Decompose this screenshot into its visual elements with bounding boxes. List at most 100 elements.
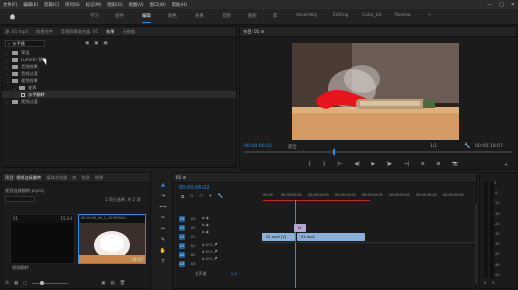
project-thumb-1[interactable]: 01 15:24: [10, 214, 75, 264]
pen-tool-icon[interactable]: ✎: [160, 237, 166, 243]
timeline-timecode[interactable]: 00:00:06:02: [179, 185, 210, 191]
list-view-icon[interactable]: ☰: [5, 281, 9, 286]
add-marker-icon[interactable]: ▾: [209, 194, 211, 200]
tab-source[interactable]: 源: 01.mp4: [5, 29, 28, 35]
minimize-button[interactable]: —: [487, 2, 492, 8]
hand-tool-icon[interactable]: ✋: [160, 248, 166, 254]
tab-effects[interactable]: 效果: [106, 29, 114, 35]
resolution-dropdown[interactable]: 1/1: [430, 144, 437, 149]
source-patch-a3[interactable]: A3: [179, 261, 185, 267]
workspace-effects[interactable]: 效果: [195, 13, 204, 19]
program-timecode[interactable]: 00:00:06:02: [244, 144, 272, 149]
mark-in-button[interactable]: {: [308, 162, 311, 167]
razor-tool-icon[interactable]: ✂: [160, 215, 166, 221]
a3-mute-solo-icon[interactable]: ⧉ M S 🎤: [202, 257, 218, 261]
workspace-assembly-en[interactable]: Assembly: [296, 13, 317, 18]
effects-search[interactable]: ⌕ 水平镜: [5, 40, 45, 47]
play-button[interactable]: ▶: [371, 162, 375, 167]
a2-mute-solo-icon[interactable]: ⧉ M S 🎤: [202, 250, 218, 254]
menu-window[interactable]: 窗口(W): [150, 2, 166, 8]
menu-view[interactable]: 视图(V): [129, 2, 144, 8]
clip-v1-left[interactable]: 01.mp4 [V]: [262, 233, 295, 241]
program-monitor-title[interactable]: 节目: 01 ≡: [243, 29, 264, 35]
project-thumb-2[interactable]: 00:00:00_b0_1_20190903... 18:07: [78, 214, 146, 264]
tree-item-horizontal-flip[interactable]: 水平翻转: [21, 92, 45, 98]
home-icon[interactable]: [9, 13, 16, 20]
master-volume[interactable]: 0.0: [231, 271, 237, 276]
track-v2-label[interactable]: V2: [190, 225, 196, 231]
workspace-learn[interactable]: 学习: [90, 13, 99, 19]
add-button-icon[interactable]: +: [504, 162, 508, 168]
workspace-libraries[interactable]: 库: [273, 13, 277, 19]
export-frame-button[interactable]: 📷: [452, 162, 458, 167]
source-patch-a1[interactable]: A1: [179, 243, 185, 249]
slip-tool-icon[interactable]: ↔: [160, 226, 166, 232]
workspace-editing-en[interactable]: Editing: [333, 13, 348, 18]
track-a2-label[interactable]: A2: [190, 252, 196, 258]
v1-sync-lock-icon[interactable]: ⧉ ◉: [202, 230, 209, 234]
clip-v2-adjustment[interactable]: fx: [294, 224, 306, 232]
source-patch-v1[interactable]: V1: [179, 234, 185, 240]
snap-icon[interactable]: ∩: [190, 194, 193, 200]
tab-metadata[interactable]: 元数据: [123, 29, 136, 35]
menu-sequence[interactable]: 序列(S): [65, 2, 80, 8]
lift-button[interactable]: ⊕: [421, 162, 425, 167]
v2-sync-lock-icon[interactable]: ⧉ ◉: [202, 223, 209, 227]
tree-item-lumetri[interactable]: › Lumetri 预设: [6, 57, 47, 63]
menu-help[interactable]: 帮助(H): [172, 2, 187, 8]
nest-icon[interactable]: ⧉: [181, 194, 184, 200]
tab-sequence-01[interactable]: 01 ≡: [176, 175, 186, 180]
search-input[interactable]: 水平镜: [12, 41, 25, 47]
go-to-out-button[interactable]: →|: [404, 162, 410, 167]
tab-effect-controls[interactable]: 效果控件: [36, 29, 53, 35]
more-workspaces-icon[interactable]: »: [428, 12, 431, 18]
workspace-color-lut[interactable]: Color_lut: [362, 13, 381, 18]
tree-item-audio-transitions[interactable]: › 音频过渡: [6, 71, 38, 77]
new-item-icon[interactable]: ▤: [110, 281, 114, 286]
menu-edit[interactable]: 编辑(E): [23, 2, 38, 8]
tab-media-browser[interactable]: 媒体浏览器: [46, 175, 67, 181]
timeline-playhead[interactable]: [295, 200, 296, 288]
tab-libraries[interactable]: 库: [72, 175, 76, 181]
maximize-button[interactable]: □: [499, 2, 504, 8]
freeform-view-icon[interactable]: ▢: [23, 281, 27, 286]
program-playhead[interactable]: [333, 149, 335, 155]
track-a3-label[interactable]: A3: [190, 261, 196, 267]
new-bin-icon[interactable]: ▣: [101, 281, 105, 286]
tab-info[interactable]: 信息: [81, 175, 89, 181]
linked-selection-icon[interactable]: ⚇: [199, 194, 203, 200]
source-patch-v2[interactable]: V2: [179, 225, 185, 231]
timeline-settings-icon[interactable]: 🔧: [218, 194, 223, 200]
clip-v1-right[interactable]: 01.mp4: [297, 233, 365, 241]
trash-icon[interactable]: 🗑: [120, 281, 126, 286]
accelerated-filter-icon[interactable]: ▣: [85, 41, 89, 46]
source-patch-v3[interactable]: V3: [179, 216, 185, 222]
solo-left-button[interactable]: S: [484, 281, 486, 285]
project-search-input[interactable]: [5, 196, 35, 202]
workspace-audio[interactable]: 音频: [222, 13, 231, 19]
ripple-edit-tool-icon[interactable]: ⟺: [159, 204, 166, 210]
timeline-scrollbar[interactable]: [475, 203, 477, 283]
selection-tool-icon[interactable]: ▲: [160, 182, 166, 188]
program-scrub-bar[interactable]: [244, 151, 512, 153]
step-back-button[interactable]: ◀|: [355, 162, 360, 167]
mark-out-button[interactable]: }: [323, 162, 326, 167]
menu-file[interactable]: 文件(F): [3, 2, 17, 8]
menu-clip[interactable]: 剪辑(C): [44, 2, 59, 8]
tab-project[interactable]: 项目: 视频连接翻转: [5, 175, 41, 181]
track-select-tool-icon[interactable]: ⇥: [160, 193, 166, 199]
workspace-editing[interactable]: 编辑: [142, 13, 151, 23]
workspace-color[interactable]: 颜色: [168, 13, 177, 19]
workspace-graphics[interactable]: 图形: [248, 13, 257, 19]
menu-marker[interactable]: 标记(M): [86, 2, 102, 8]
32bit-filter-icon[interactable]: ▣: [94, 41, 98, 46]
icon-view-icon[interactable]: ▦: [14, 281, 18, 286]
wrench-icon[interactable]: 🔧: [464, 143, 470, 149]
close-button[interactable]: ✕: [511, 2, 515, 8]
zoom-slider[interactable]: [32, 281, 69, 286]
type-tool-icon[interactable]: T: [160, 259, 166, 265]
track-a1-label[interactable]: A1: [190, 243, 196, 249]
tree-item-video-transitions[interactable]: › 视频过渡: [6, 99, 38, 105]
tab-audio-mixer[interactable]: 音频剪辑混合器: 01: [61, 29, 98, 35]
step-forward-button[interactable]: |▶: [387, 162, 392, 167]
